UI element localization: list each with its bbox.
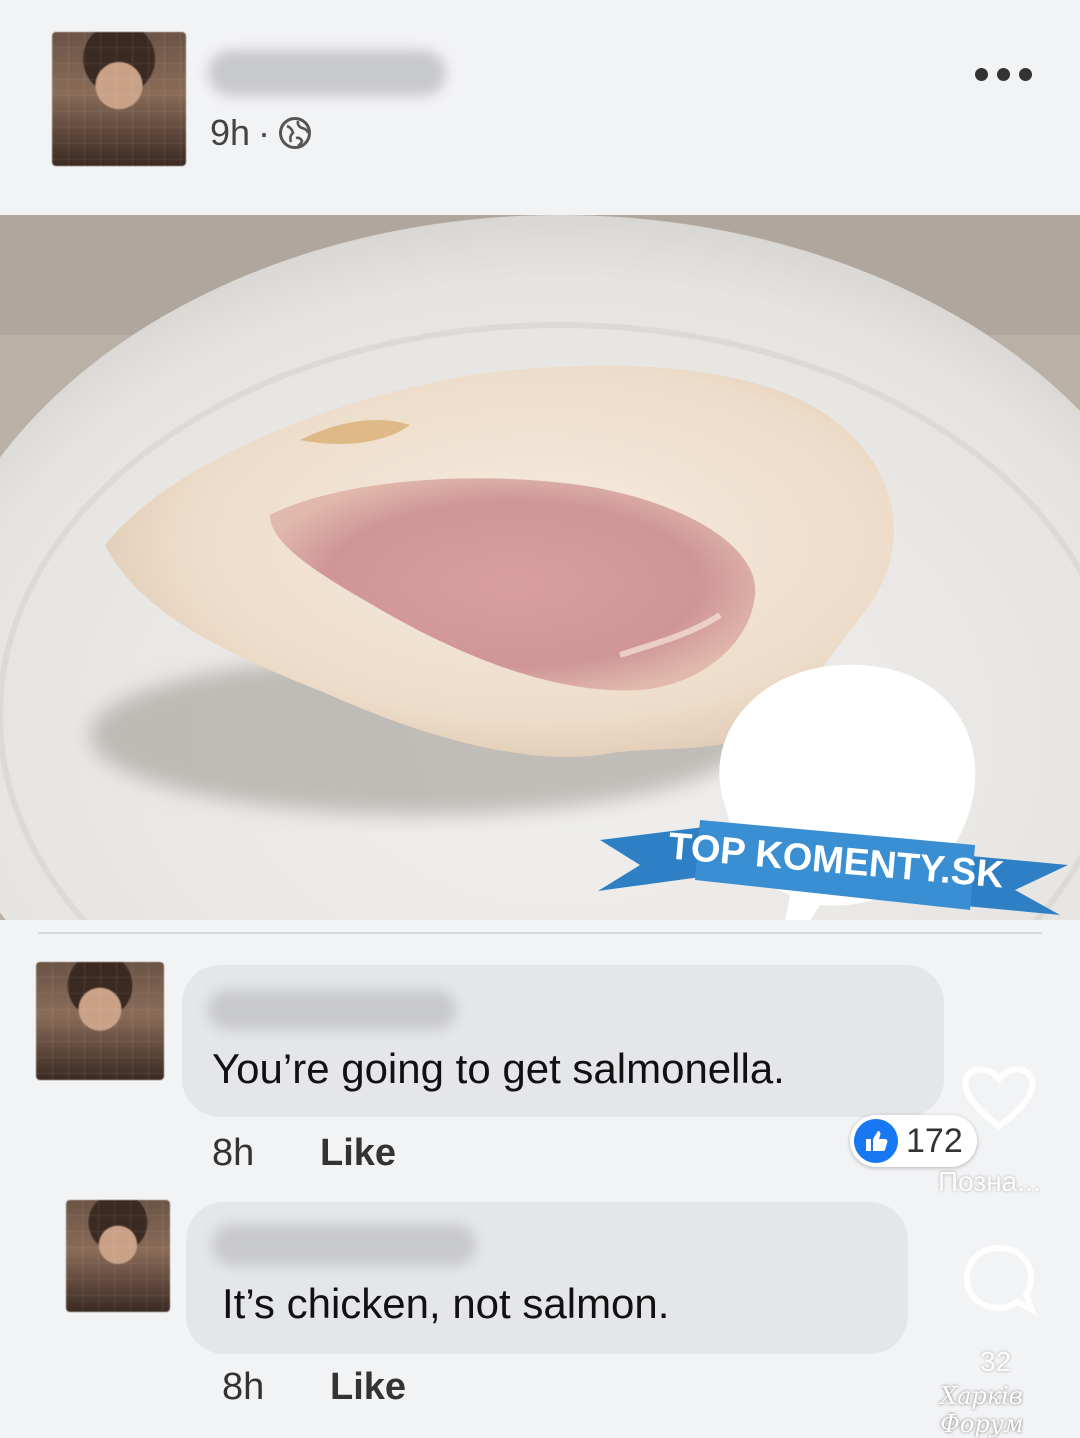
commenter-avatar[interactable] bbox=[36, 962, 164, 1080]
heart-icon[interactable] bbox=[960, 1060, 1038, 1132]
likes-label[interactable]: Позна... bbox=[938, 1166, 1041, 1198]
post-photo[interactable]: TOP KOMENTY.SK bbox=[0, 215, 1080, 920]
reaction-summary[interactable]: 172 bbox=[850, 1115, 977, 1167]
comment-bubble bbox=[182, 965, 944, 1117]
comment-time[interactable]: 8h bbox=[222, 1366, 264, 1409]
divider bbox=[38, 932, 1042, 934]
poster-avatar[interactable] bbox=[52, 32, 186, 166]
globe-icon bbox=[279, 117, 312, 149]
post-meta: 9h · bbox=[210, 112, 312, 154]
commenter-name-blurred[interactable] bbox=[212, 1224, 476, 1266]
comment-time[interactable]: 8h bbox=[212, 1132, 254, 1175]
comment-like-button[interactable]: Like bbox=[330, 1366, 406, 1409]
comments-count: 32 bbox=[980, 1346, 1012, 1377]
post-time[interactable]: 9h bbox=[210, 112, 250, 154]
commenter-avatar[interactable] bbox=[66, 1200, 170, 1312]
reaction-count: 172 bbox=[906, 1121, 963, 1160]
watermark: Харків Форум bbox=[940, 1382, 1024, 1438]
like-thumb-icon bbox=[854, 1119, 898, 1163]
comment-text: You’re going to get salmonella. bbox=[212, 1045, 785, 1092]
poster-name-blurred[interactable] bbox=[208, 50, 446, 96]
comment-text: It’s chicken, not salmon. bbox=[222, 1280, 670, 1327]
comment-icon[interactable] bbox=[960, 1240, 1038, 1318]
more-options-icon[interactable] bbox=[975, 68, 1032, 81]
comment-like-button[interactable]: Like bbox=[320, 1132, 396, 1175]
commenter-name-blurred[interactable] bbox=[208, 990, 456, 1030]
post-header: 9h · bbox=[0, 0, 1080, 215]
meta-separator: · bbox=[258, 112, 271, 153]
